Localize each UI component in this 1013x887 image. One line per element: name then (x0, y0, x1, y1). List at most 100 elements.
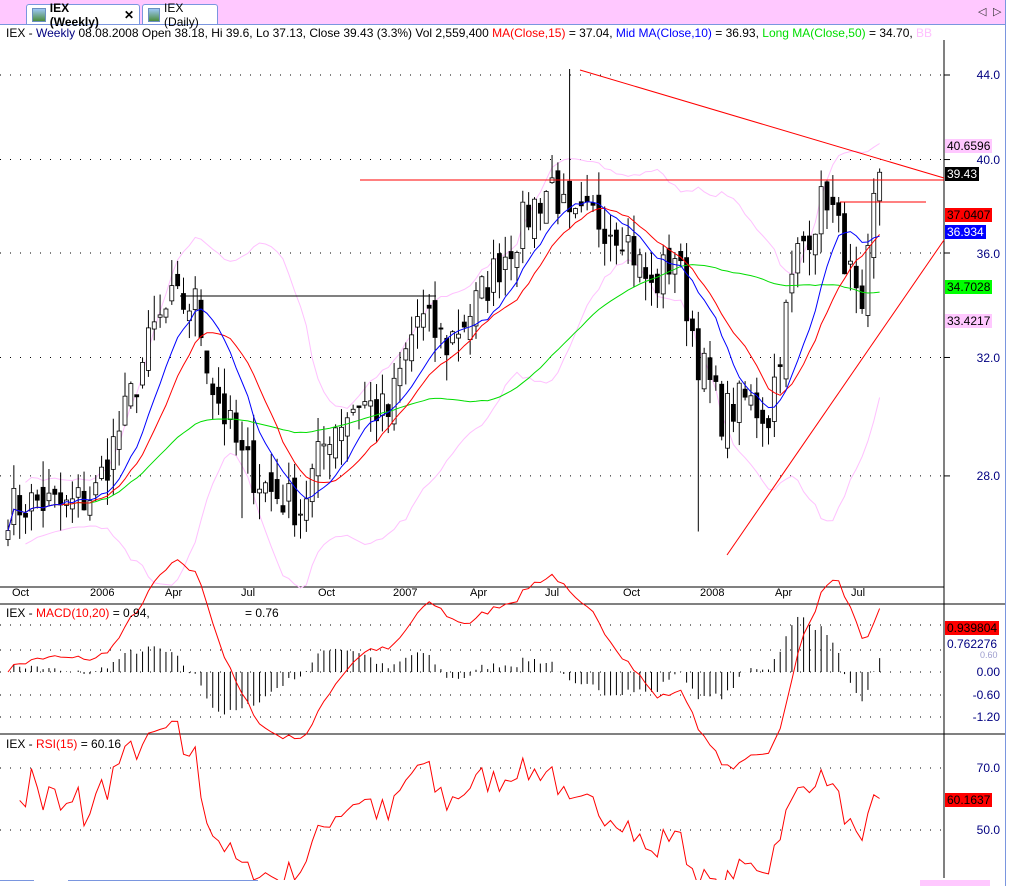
ma10-tag: 36.934 (945, 225, 986, 239)
x-tick: 2006 (90, 587, 115, 599)
x-tick: Oct (318, 587, 336, 599)
candle (450, 330, 456, 345)
candle (631, 215, 637, 288)
candle-body (526, 204, 532, 228)
x-tick: 2008 (700, 587, 725, 599)
candle-body (760, 409, 766, 424)
macd-tick: -0.60 (972, 688, 1000, 702)
candle-body (122, 395, 128, 426)
candle-body (801, 235, 806, 242)
candle (356, 405, 362, 430)
x-tick: 2007 (393, 587, 418, 599)
candle-body (766, 418, 771, 429)
macd-signal-tag: 0.762276 (945, 637, 1000, 651)
candle-body (262, 482, 268, 494)
candle-body (145, 327, 151, 371)
candle-body (707, 357, 713, 380)
candle (684, 243, 689, 347)
candle-body (432, 300, 438, 338)
candle-body (34, 494, 40, 501)
candle (485, 271, 491, 314)
candle-body (836, 202, 842, 216)
candle-body (614, 229, 619, 246)
candle-body (415, 316, 420, 328)
candle-body (409, 334, 415, 362)
candle-body (713, 375, 719, 382)
candle-body (502, 256, 508, 270)
candle-body (690, 318, 695, 332)
candle (227, 395, 233, 429)
bottom-scroll-strip[interactable] (0, 879, 1005, 886)
candle (163, 307, 169, 324)
candle-body (736, 382, 742, 423)
candle (415, 299, 420, 349)
candle-body (356, 405, 362, 408)
candle (795, 237, 801, 288)
candle-body (362, 401, 368, 406)
x-tick: Jul (241, 587, 256, 599)
candle (807, 220, 812, 276)
candle-body (140, 362, 145, 386)
scroll-thumb[interactable] (920, 880, 990, 886)
candle (11, 465, 17, 536)
candle (81, 471, 87, 511)
candle-body (403, 348, 409, 361)
candle-body (473, 290, 479, 327)
candle (303, 480, 309, 532)
candle (783, 299, 789, 388)
candle-body (110, 436, 116, 470)
candle-body (192, 288, 198, 310)
candle-body (216, 386, 222, 404)
rsi-tick: 70.0 (976, 761, 1000, 775)
candle (87, 486, 93, 521)
candle-body (485, 287, 491, 301)
candle (666, 234, 672, 285)
candle (678, 243, 684, 268)
candle (23, 504, 28, 534)
candle-body (251, 440, 257, 493)
candle-body (75, 487, 81, 498)
candle (397, 351, 403, 403)
candle (526, 192, 532, 231)
candle (298, 499, 303, 539)
candle (760, 397, 766, 447)
candle-body (268, 472, 274, 492)
candle (145, 310, 151, 377)
candle (502, 236, 508, 296)
macd-legend: IEX - MACD(10,20) = 0.94, (6, 606, 150, 620)
candle-body (748, 395, 754, 406)
candle (122, 372, 128, 427)
candle-body (456, 333, 461, 339)
candle-body (11, 487, 17, 525)
chart-canvas[interactable] (0, 0, 1005, 880)
candle-body (842, 213, 847, 275)
candle-body (561, 193, 567, 204)
candle (379, 374, 385, 432)
candle-body (701, 352, 707, 390)
candle-body (830, 196, 836, 205)
candle (426, 294, 432, 332)
candle-body (321, 443, 327, 447)
candle-body (725, 393, 730, 449)
candle-body (151, 321, 157, 330)
candle (590, 195, 596, 213)
candle-body (280, 505, 286, 513)
candle-body (350, 408, 356, 413)
candle-body (871, 192, 877, 259)
ma15-line (7, 207, 880, 531)
rsi-tick: 50.0 (976, 823, 1000, 837)
candle (818, 170, 824, 253)
candle (812, 233, 818, 275)
candle (210, 377, 216, 420)
candle-body (339, 426, 344, 442)
candle (771, 353, 777, 438)
candle-body (637, 254, 643, 278)
ma10-line (7, 201, 880, 531)
candle-body (818, 186, 824, 235)
candle-body (783, 301, 789, 380)
close-tag: 39.43 (945, 167, 980, 181)
candle-body (333, 427, 339, 459)
candle (748, 384, 754, 411)
candle (731, 387, 736, 433)
candle-body (789, 273, 795, 294)
